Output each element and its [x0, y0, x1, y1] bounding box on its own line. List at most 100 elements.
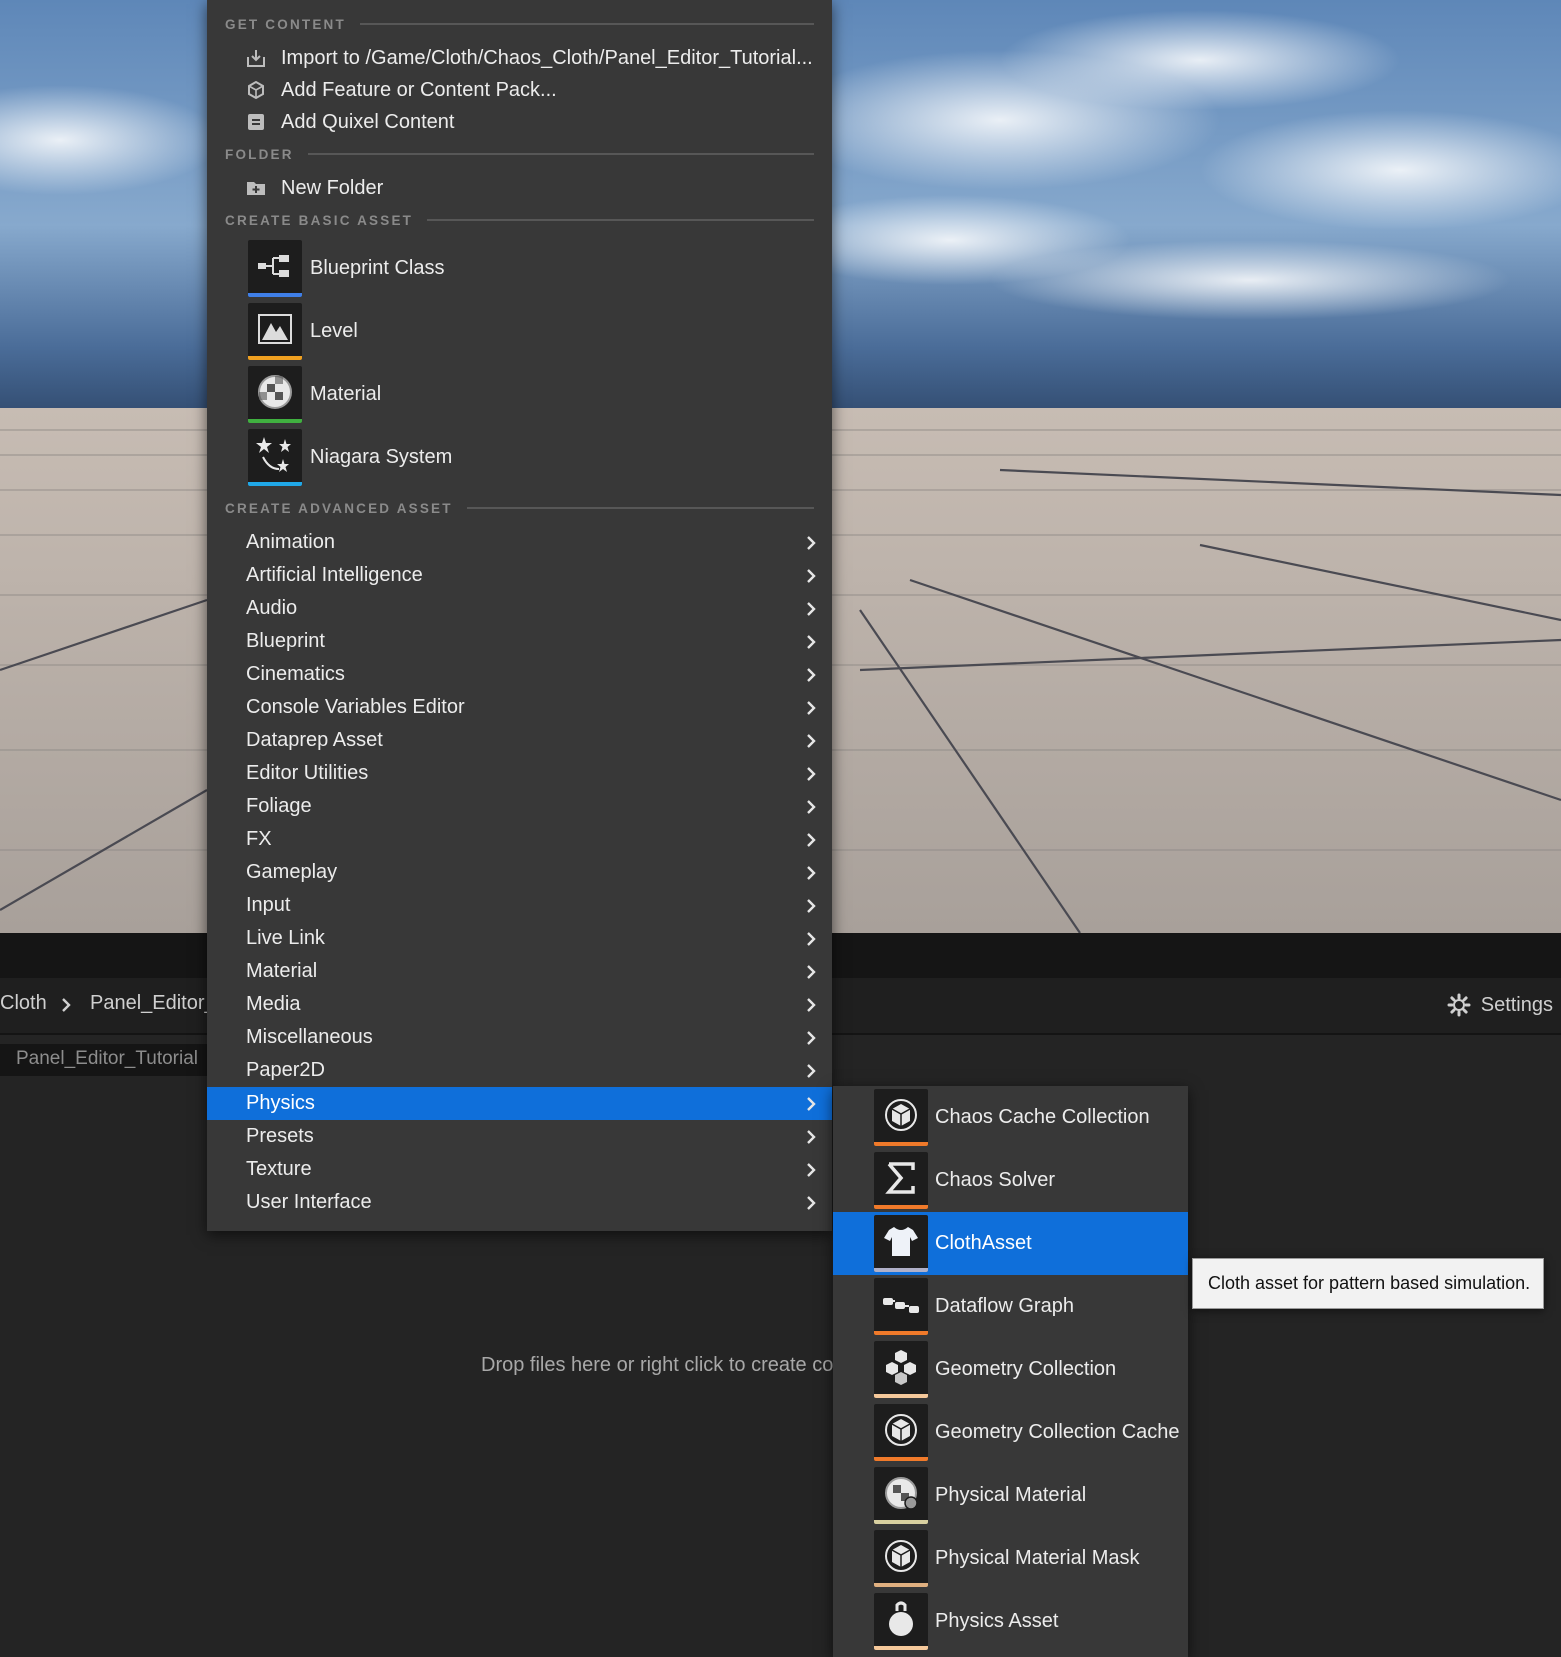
submenu-item-label: User Interface [246, 1191, 372, 1213]
menu-item-niagara-system[interactable]: Niagara System [248, 426, 452, 489]
submenu-item-presets[interactable]: Presets [207, 1120, 832, 1153]
material-icon [248, 366, 302, 423]
path-field-text: Panel_Editor_Tutorial [15, 1048, 198, 1069]
blueprint-class-icon [248, 240, 302, 297]
submenu-item-animation[interactable]: Animation [207, 526, 832, 559]
geometry-cache-icon [874, 1404, 928, 1461]
submenu-item-label: Presets [246, 1125, 314, 1147]
submenu-item-console-variables-editor[interactable]: Console Variables Editor [207, 691, 832, 724]
submenu-item-label: Dataprep Asset [246, 729, 383, 751]
section-header-folder: FOLDER [225, 144, 814, 164]
physics-item-clothasset[interactable]: ClothAsset [833, 1212, 1188, 1275]
submenu-item-live-link[interactable]: Live Link [207, 922, 832, 955]
submenu-item-input[interactable]: Input [207, 889, 832, 922]
submenu-item-blueprint[interactable]: Blueprint [207, 625, 832, 658]
submenu-item-editor-utilities[interactable]: Editor Utilities [207, 757, 832, 790]
physics-item-physical-material[interactable]: Physical Material [833, 1464, 1188, 1527]
breadcrumb-chevron-icon [62, 998, 71, 1012]
chevron-right-icon [807, 668, 816, 682]
chevron-right-icon [807, 1031, 816, 1045]
menu-item-blueprint-class[interactable]: Blueprint Class [248, 237, 445, 300]
submenu-item-label: Blueprint [246, 630, 325, 652]
asset-color-bar [874, 1331, 928, 1335]
submenu-item-fx[interactable]: FX [207, 823, 832, 856]
submenu-item-material[interactable]: Material [207, 955, 832, 988]
asset-color-bar [874, 1457, 928, 1461]
submenu-item-cinematics[interactable]: Cinematics [207, 658, 832, 691]
submenu-item-label: Gameplay [246, 861, 338, 883]
submenu-item-label: Miscellaneous [246, 1026, 373, 1048]
asset-color-bar [874, 1142, 928, 1146]
asset-color-bar [248, 482, 302, 486]
submenu-item-texture[interactable]: Texture [207, 1153, 832, 1186]
chevron-right-icon [807, 602, 816, 616]
submenu-item-label: Input [246, 894, 291, 916]
submenu-item-artificial-intelligence[interactable]: Artificial Intelligence [207, 559, 832, 592]
chevron-right-icon [807, 536, 816, 550]
cloth-asset-icon [874, 1215, 928, 1272]
submenu-item-label: Audio [246, 597, 298, 619]
add-asset-context-menu: GET CONTENT Import to /Game/Cloth/Chaos_… [207, 0, 832, 1231]
submenu-item-label: Console Variables Editor [246, 696, 465, 718]
submenu-item-miscellaneous[interactable]: Miscellaneous [207, 1021, 832, 1054]
breadcrumb-panel-editor[interactable]: Panel_Editor_ [90, 992, 216, 1015]
section-header-label: FOLDER [225, 146, 294, 162]
physics-item-chaos-solver[interactable]: Chaos Solver [833, 1149, 1188, 1212]
menu-item-label: Add Feature or Content Pack... [281, 78, 557, 101]
chevron-right-icon [807, 635, 816, 649]
physical-material-icon [874, 1467, 928, 1524]
asset-color-bar [248, 356, 302, 360]
submenu-item-physics[interactable]: Physics [207, 1087, 832, 1120]
menu-item-level[interactable]: Level [248, 300, 358, 363]
menu-item-label: Level [310, 320, 358, 342]
physics-item-label: Dataflow Graph [935, 1295, 1074, 1317]
section-header-get-content: GET CONTENT [225, 14, 814, 34]
menu-item-add-quixel[interactable]: Add Quixel Content [245, 107, 454, 137]
submenu-item-foliage[interactable]: Foliage [207, 790, 832, 823]
physics-item-geometry-collection[interactable]: Geometry Collection [833, 1338, 1188, 1401]
physics-item-geometry-collection-cache[interactable]: Geometry Collection Cache [833, 1401, 1188, 1464]
path-search-field[interactable]: Panel_Editor_Tutorial [0, 1044, 208, 1076]
level-icon [248, 303, 302, 360]
menu-item-import[interactable]: Import to /Game/Cloth/Chaos_Cloth/Panel_… [245, 43, 813, 73]
section-divider [466, 507, 814, 509]
asset-color-bar [248, 293, 302, 297]
submenu-item-dataprep-asset[interactable]: Dataprep Asset [207, 724, 832, 757]
breadcrumb-cloth[interactable]: Cloth [0, 992, 47, 1015]
chevron-right-icon [807, 800, 816, 814]
physics-item-label: ClothAsset [935, 1232, 1032, 1254]
menu-item-material[interactable]: Material [248, 363, 381, 426]
niagara-icon [248, 429, 302, 486]
submenu-item-user-interface[interactable]: User Interface [207, 1186, 832, 1219]
physics-item-label: Chaos Cache Collection [935, 1106, 1150, 1128]
chevron-right-icon [807, 1163, 816, 1177]
submenu-item-label: FX [246, 828, 272, 850]
physics-item-label: Geometry Collection Cache [935, 1421, 1180, 1443]
submenu-item-media[interactable]: Media [207, 988, 832, 1021]
submenu-item-label: Animation [246, 531, 335, 553]
section-divider [359, 23, 814, 25]
physics-item-physics-asset[interactable]: Physics Asset [833, 1590, 1188, 1653]
physics-item-dataflow-graph[interactable]: Dataflow Graph [833, 1275, 1188, 1338]
asset-color-bar [874, 1394, 928, 1398]
submenu-item-gameplay[interactable]: Gameplay [207, 856, 832, 889]
chevron-right-icon [807, 998, 816, 1012]
asset-color-bar [874, 1646, 928, 1650]
chevron-right-icon [807, 1064, 816, 1078]
chevron-right-icon [807, 965, 816, 979]
quixel-icon [245, 111, 267, 133]
settings-label: Settings [1480, 993, 1553, 1016]
submenu-item-audio[interactable]: Audio [207, 592, 832, 625]
cloth-asset-tooltip: Cloth asset for pattern based simulation… [1192, 1258, 1544, 1309]
submenu-item-label: Editor Utilities [246, 762, 369, 784]
menu-item-new-folder[interactable]: New Folder [245, 173, 383, 203]
menu-item-label: New Folder [281, 176, 384, 199]
chevron-right-icon [807, 833, 816, 847]
settings-button[interactable]: Settings [1447, 990, 1553, 1020]
physics-item-physical-material-mask[interactable]: Physical Material Mask [833, 1527, 1188, 1590]
submenu-item-label: Foliage [246, 795, 312, 817]
menu-item-add-feature-pack[interactable]: Add Feature or Content Pack... [245, 75, 557, 105]
submenu-item-paper2d[interactable]: Paper2D [207, 1054, 832, 1087]
physics-item-chaos-cache-collection[interactable]: Chaos Cache Collection [833, 1086, 1188, 1149]
chevron-right-icon [807, 701, 816, 715]
